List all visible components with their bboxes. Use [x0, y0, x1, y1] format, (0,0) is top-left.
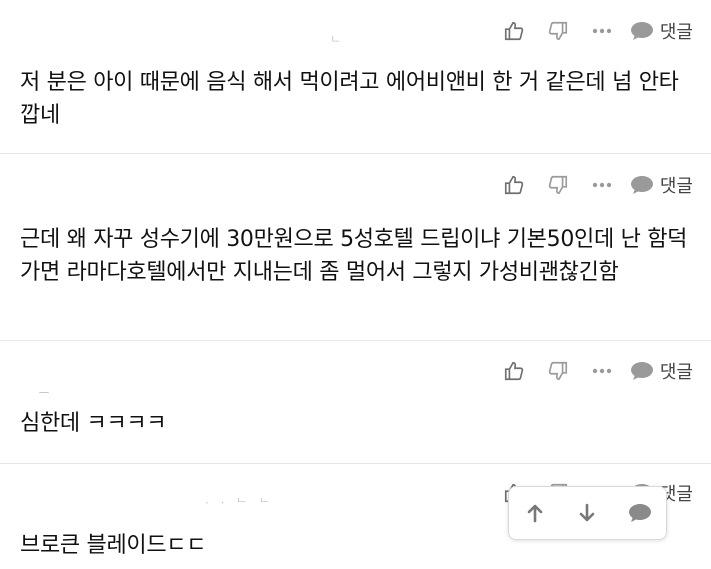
like-button[interactable] [492, 359, 536, 383]
more-options-button[interactable] [580, 19, 624, 43]
more-options-button[interactable] [580, 359, 624, 383]
thumbs-up-icon [504, 21, 524, 41]
more-dots-icon [592, 28, 612, 34]
speech-bubble-icon [630, 22, 653, 40]
obscured-username: ー [38, 386, 51, 400]
reply-button[interactable]: 댓글 [630, 18, 693, 44]
divider [0, 463, 711, 464]
like-button[interactable] [492, 19, 536, 43]
scroll-down-button[interactable] [567, 493, 607, 533]
dislike-button[interactable] [536, 173, 580, 197]
reply-button[interactable]: 댓글 [630, 172, 693, 198]
divider [0, 153, 711, 154]
more-options-button[interactable] [580, 173, 624, 197]
comment-text: 심한데 ㅋㅋㅋㅋ [20, 411, 167, 436]
comment-actions: 댓글 [492, 359, 693, 383]
reply-label: 댓글 [659, 176, 693, 197]
comment-actions: 댓글 [492, 173, 693, 197]
like-button[interactable] [492, 173, 536, 197]
divider [0, 340, 711, 341]
thumbs-down-icon [548, 21, 567, 41]
more-dots-icon [592, 368, 612, 374]
thumbs-down-icon [548, 175, 567, 195]
thumbs-up-icon [504, 361, 524, 381]
obscured-username: ㄴ [330, 32, 342, 46]
arrow-up-icon [527, 504, 543, 523]
comment-text: 저 분은 아이 때문에 음식 해서 먹이려고 에어비앤비 한 거 같은데 넘 안… [20, 70, 679, 128]
write-comment-button[interactable] [620, 493, 660, 533]
speech-bubble-icon [630, 362, 653, 380]
more-dots-icon [592, 182, 612, 188]
comment-text: 근데 왜 자꾸 성수기에 30만원으로 5성호텔 드립이냐 기본50인데 난 함… [20, 227, 688, 285]
dislike-button[interactable] [536, 19, 580, 43]
thumbs-up-icon [504, 175, 524, 195]
dislike-button[interactable] [536, 359, 580, 383]
comment-actions: 댓글 [492, 19, 693, 43]
reply-label: 댓글 [659, 362, 693, 383]
arrow-down-icon [580, 503, 595, 522]
scroll-up-button[interactable] [515, 493, 555, 533]
reply-button[interactable]: 댓글 [630, 358, 693, 384]
obscured-username: · · ᄂ ᄂ [205, 496, 275, 510]
speech-bubble-icon [630, 176, 653, 194]
thumbs-down-icon [548, 361, 567, 381]
comment-bubble-icon [628, 504, 651, 522]
reply-label: 댓글 [659, 22, 693, 43]
floating-action-bar [508, 486, 667, 540]
